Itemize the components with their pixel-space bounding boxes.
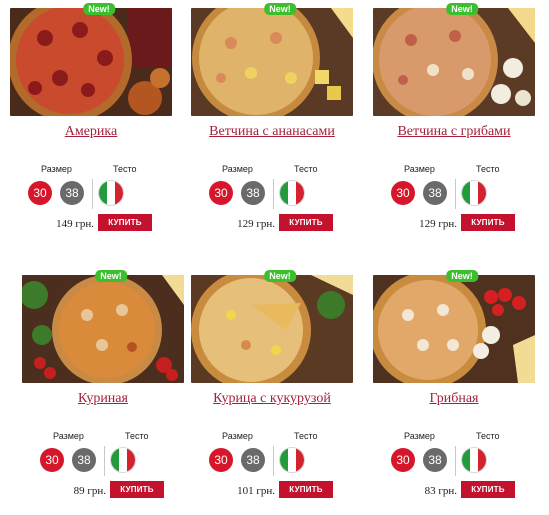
size-30-button[interactable]: 30 (209, 448, 233, 472)
size-30-button[interactable]: 30 (209, 181, 233, 205)
divider (273, 179, 274, 209)
new-badge: New! (95, 270, 127, 282)
size-label: Размер (404, 164, 435, 174)
italian-flag-icon[interactable] (279, 447, 305, 473)
product-name-link[interactable]: Америка (0, 124, 182, 140)
product-name-link[interactable]: Курица с кукурузой (181, 391, 363, 407)
product-card: New! Ветчина с ананасами Размер Тесто 30… (191, 3, 369, 248)
size-30-button[interactable]: 30 (391, 448, 415, 472)
size-38-button[interactable]: 38 (241, 448, 265, 472)
divider (273, 446, 274, 476)
product-card: New! Америка Размер Тесто 30 38 149 грн.… (10, 3, 188, 248)
price: 149 грн. (56, 218, 94, 230)
product-name-link[interactable]: Грибная (363, 391, 545, 407)
product-card: New! Ветчина с грибами Размер Тесто 30 3… (373, 3, 549, 248)
size-label: Размер (404, 431, 435, 441)
divider (455, 446, 456, 476)
new-badge: New! (83, 3, 115, 15)
size-38-button[interactable]: 38 (241, 181, 265, 205)
buy-button[interactable]: КУПИТЬ (98, 214, 152, 231)
italian-flag-icon[interactable] (279, 180, 305, 206)
size-38-button[interactable]: 38 (423, 448, 447, 472)
new-badge: New! (264, 3, 296, 15)
italian-flag-icon[interactable] (461, 447, 487, 473)
price: 129 грн. (237, 218, 275, 230)
italian-flag-icon[interactable] (110, 447, 136, 473)
new-badge: New! (446, 3, 478, 15)
size-38-button[interactable]: 38 (72, 448, 96, 472)
product-photo[interactable] (373, 8, 535, 116)
dough-label: Тесто (125, 431, 149, 441)
size-38-button[interactable]: 38 (60, 181, 84, 205)
product-card: New! Куриная Размер Тесто 30 38 89 грн. … (22, 270, 200, 515)
italian-flag-icon[interactable] (461, 180, 487, 206)
product-photo[interactable] (191, 8, 353, 116)
dough-label: Тесто (476, 431, 500, 441)
size-label: Размер (222, 164, 253, 174)
size-label: Размер (222, 431, 253, 441)
price: 83 грн. (424, 485, 457, 497)
price: 101 грн. (237, 485, 275, 497)
dough-label: Тесто (294, 164, 318, 174)
product-card: New! Курица с кукурузой Размер Тесто 30 … (191, 270, 369, 515)
size-38-button[interactable]: 38 (423, 181, 447, 205)
divider (455, 179, 456, 209)
product-photo[interactable] (22, 275, 184, 383)
buy-button[interactable]: КУПИТЬ (279, 481, 333, 498)
price: 129 грн. (419, 218, 457, 230)
price: 89 грн. (73, 485, 106, 497)
dough-label: Тесто (476, 164, 500, 174)
product-name-link[interactable]: Ветчина с ананасами (181, 124, 363, 140)
size-30-button[interactable]: 30 (391, 181, 415, 205)
italian-flag-icon[interactable] (98, 180, 124, 206)
new-badge: New! (446, 270, 478, 282)
product-photo[interactable] (10, 8, 172, 116)
dough-label: Тесто (113, 164, 137, 174)
buy-button[interactable]: КУПИТЬ (110, 481, 164, 498)
size-30-button[interactable]: 30 (28, 181, 52, 205)
size-label: Размер (53, 431, 84, 441)
divider (92, 179, 93, 209)
buy-button[interactable]: КУПИТЬ (461, 214, 515, 231)
product-card: New! Грибная Размер Тесто 30 38 83 грн. … (373, 270, 549, 515)
size-label: Размер (41, 164, 72, 174)
dough-label: Тесто (294, 431, 318, 441)
new-badge: New! (264, 270, 296, 282)
divider (104, 446, 105, 476)
product-name-link[interactable]: Ветчина с грибами (363, 124, 545, 140)
size-30-button[interactable]: 30 (40, 448, 64, 472)
buy-button[interactable]: КУПИТЬ (461, 481, 515, 498)
product-name-link[interactable]: Куриная (12, 391, 194, 407)
product-photo[interactable] (191, 275, 353, 383)
buy-button[interactable]: КУПИТЬ (279, 214, 333, 231)
product-photo[interactable] (373, 275, 535, 383)
